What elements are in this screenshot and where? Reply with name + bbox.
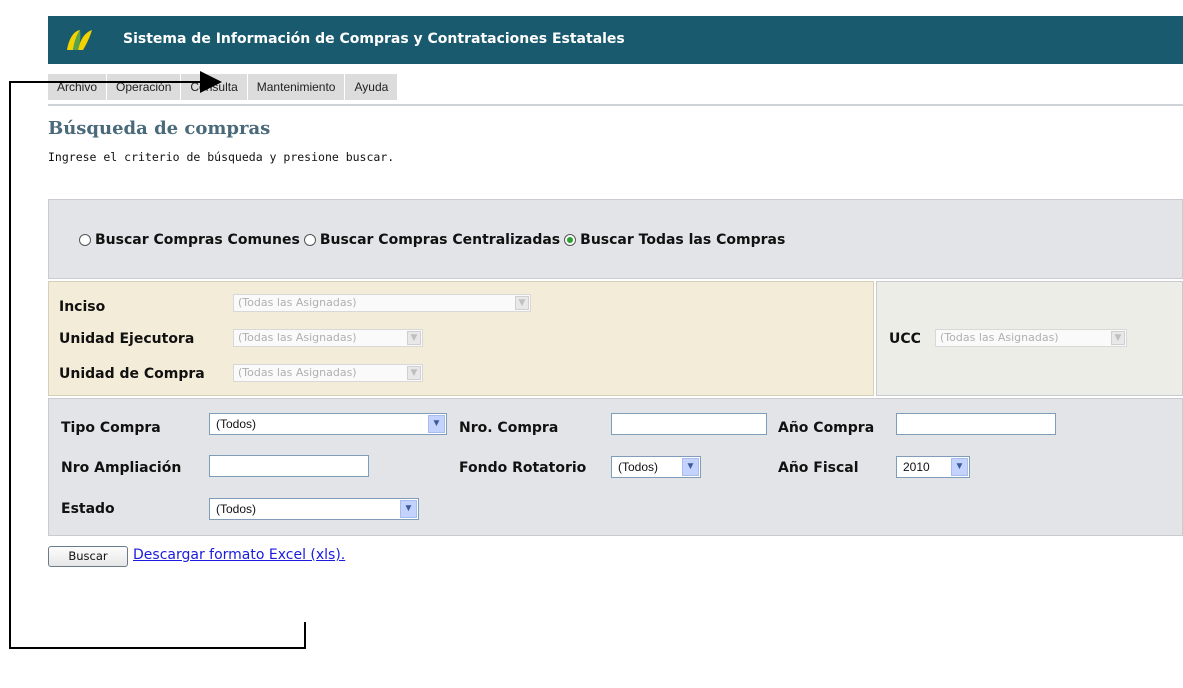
radio-todas-compras[interactable]: [564, 234, 577, 246]
nro-compra-input[interactable]: [611, 413, 767, 435]
radio-compras-centralizadas[interactable]: [303, 234, 316, 246]
annotation-line-right: [304, 622, 306, 649]
inciso-value: (Todas las Asignadas): [238, 296, 357, 309]
radio-label-compras-comunes: Buscar Compras Comunes: [95, 232, 300, 248]
radio-label-todas-compras: Buscar Todas las Compras: [580, 232, 786, 248]
nro-compra-label: Nro. Compra: [459, 420, 559, 436]
ucc-label: UCC: [889, 331, 921, 347]
purchase-filter-panel: Tipo Compra (Todos) ▼ Nro. Compra Año Co…: [48, 398, 1183, 536]
unidad-ejecutora-select[interactable]: (Todas las Asignadas) ▼: [233, 329, 423, 347]
fondo-rotatorio-label: Fondo Rotatorio: [459, 460, 587, 476]
org-filter-panel: Inciso (Todas las Asignadas) ▼ Unidad Ej…: [48, 281, 874, 396]
annotation-arrow-icon: [200, 71, 222, 93]
app-logo-icon: [67, 30, 92, 50]
chevron-down-icon: ▼: [515, 296, 529, 310]
chevron-down-icon: ▼: [400, 500, 417, 518]
chevron-down-icon: ▼: [682, 458, 699, 476]
chevron-down-icon: ▼: [407, 331, 421, 345]
app-header: Sistema de Información de Compras y Cont…: [48, 16, 1183, 64]
unidad-ejecutora-label: Unidad Ejecutora: [59, 331, 195, 347]
estado-label: Estado: [61, 501, 115, 517]
radio-label-compras-centralizadas: Buscar Compras Centralizadas: [319, 232, 561, 248]
unidad-compra-select[interactable]: (Todas las Asignadas) ▼: [233, 364, 423, 382]
ucc-select[interactable]: (Todas las Asignadas) ▼: [935, 329, 1127, 347]
nro-ampliacion-input[interactable]: [209, 455, 369, 477]
tipo-compra-value: (Todos): [216, 417, 257, 431]
menu-item-mantenimiento[interactable]: Mantenimiento: [247, 74, 346, 100]
inciso-label: Inciso: [59, 299, 106, 315]
unidad-compra-value: (Todas las Asignadas): [238, 366, 357, 379]
menu-item-archivo[interactable]: Archivo: [48, 74, 108, 100]
page-title: Búsqueda de compras: [48, 118, 271, 139]
search-button[interactable]: Buscar: [48, 546, 128, 567]
tipo-compra-select[interactable]: (Todos) ▼: [209, 413, 447, 435]
excel-download-link[interactable]: Descargar formato Excel (xls).: [133, 547, 345, 563]
radio-compras-comunes[interactable]: [79, 234, 91, 246]
page-subtitle: Ingrese el criterio de búsqueda y presio…: [48, 150, 395, 164]
estado-value: (Todos): [216, 502, 257, 516]
anio-compra-label: Año Compra: [778, 420, 875, 436]
search-type-options: Buscar Compras Comunes Buscar Compras Ce…: [79, 232, 789, 248]
app-title: Sistema de Información de Compras y Cont…: [123, 31, 625, 47]
unidad-compra-label: Unidad de Compra: [59, 366, 205, 382]
chevron-down-icon: ▼: [1111, 331, 1125, 345]
menu-item-ayuda[interactable]: Ayuda: [345, 74, 399, 100]
unidad-ejecutora-value: (Todas las Asignadas): [238, 331, 357, 344]
annotation-line-left: [9, 81, 11, 649]
fondo-rotatorio-value: (Todos): [618, 460, 659, 474]
ucc-filter-panel: UCC (Todas las Asignadas) ▼: [876, 281, 1183, 396]
annotation-line-top: [9, 81, 202, 83]
menu-item-operacion[interactable]: Operación: [107, 74, 182, 100]
inciso-select[interactable]: (Todas las Asignadas) ▼: [233, 294, 531, 312]
nro-ampliacion-label: Nro Ampliación: [61, 460, 182, 476]
anio-fiscal-select[interactable]: 2010 ▼: [896, 456, 970, 478]
fondo-rotatorio-select[interactable]: (Todos) ▼: [611, 456, 701, 478]
anio-fiscal-label: Año Fiscal: [778, 460, 859, 476]
anio-compra-input[interactable]: [896, 413, 1056, 435]
chevron-down-icon: ▼: [951, 458, 968, 476]
search-type-panel: Buscar Compras Comunes Buscar Compras Ce…: [48, 199, 1183, 279]
chevron-down-icon: ▼: [428, 415, 445, 433]
anio-fiscal-value: 2010: [903, 460, 930, 474]
chevron-down-icon: ▼: [407, 366, 421, 380]
menu-bar: Archivo Operación Consulta Mantenimiento…: [48, 74, 399, 100]
annotation-line-bottom: [9, 647, 306, 649]
menu-divider: [48, 104, 1183, 106]
tipo-compra-label: Tipo Compra: [61, 420, 161, 436]
ucc-value: (Todas las Asignadas): [940, 331, 1059, 344]
estado-select[interactable]: (Todos) ▼: [209, 498, 419, 520]
